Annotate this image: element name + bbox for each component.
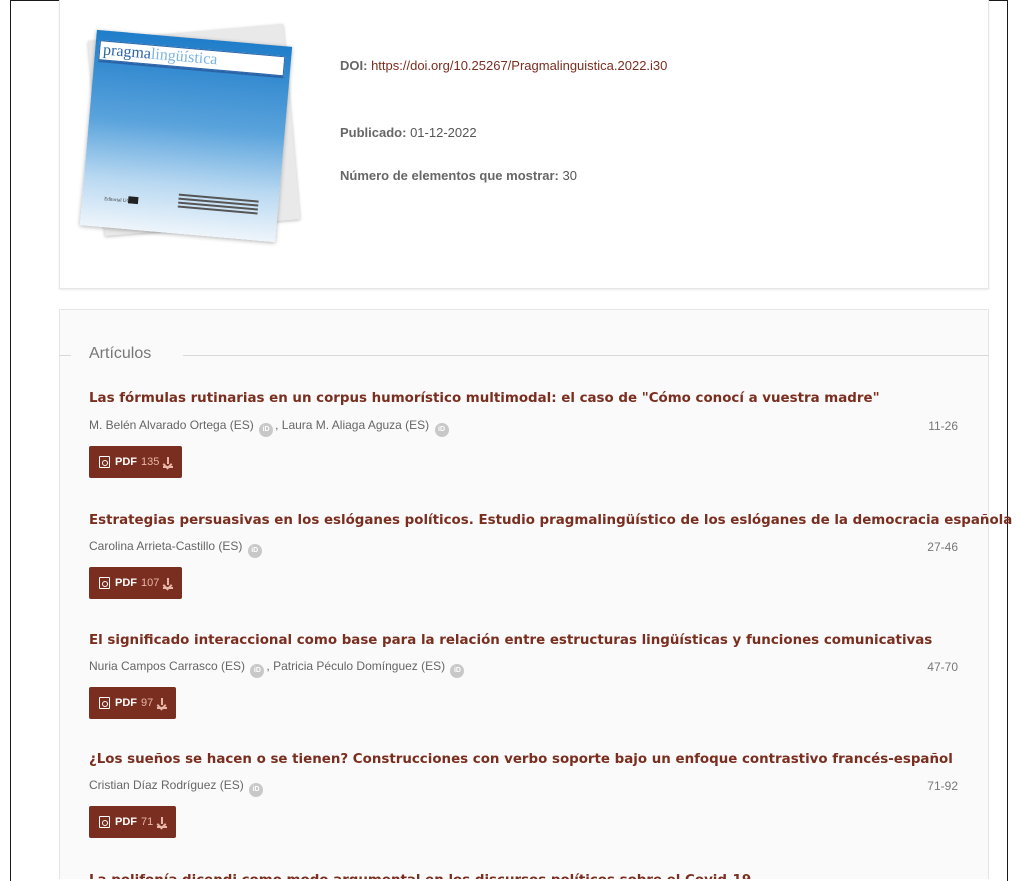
orcid-icon[interactable]: iD [247, 544, 262, 558]
author-name: M. Belén Alvarado Ortega (ES) [89, 418, 254, 432]
published-label: Publicado: [340, 125, 407, 140]
article-authors: Cristian Díaz Rodríguez (ES) iD [89, 778, 265, 797]
articles-heading: Artículos [89, 345, 152, 363]
issue-item-count: Número de elementos que mostrar: 30 [340, 168, 577, 183]
article-pages: 27-46 [927, 540, 958, 554]
download-icon [163, 577, 174, 589]
frame-left-border [10, 0, 11, 881]
author-name: Patricia Péculo Domínguez (ES) [273, 659, 446, 673]
pdf-file-icon [99, 697, 110, 709]
author-name: Laura M. Aliaga Aguza (ES) [281, 418, 430, 432]
published-date: 01-12-2022 [410, 125, 477, 140]
issue-cover-link[interactable]: pragmalingüística Editorial UCA [79, 23, 306, 243]
issue-doi: DOI: https://doi.org/10.25267/Pragmaling… [340, 58, 667, 73]
orcid-icon[interactable]: iD [250, 664, 265, 678]
pdf-download-button[interactable]: PDF 107 [89, 567, 183, 599]
pdf-label: PDF [115, 577, 137, 589]
author-name: Carolina Arrieta-Castillo (ES) [89, 539, 243, 553]
section-divider-left [59, 355, 71, 356]
article-pages: 71-92 [927, 779, 958, 793]
item-count-value: 30 [562, 168, 577, 183]
download-icon [157, 816, 168, 828]
frame-right-border [1007, 0, 1008, 881]
article-title-link[interactable]: ¿Los sueños se hacen o se tienen? Constr… [89, 752, 953, 767]
download-count: 107 [141, 577, 160, 589]
cover-publisher-logo [127, 196, 139, 205]
download-count: 135 [141, 456, 160, 468]
article-pages: 47-70 [927, 660, 958, 674]
cover-journal-title: pragmalingüística [98, 40, 286, 77]
author-name: Cristian Díaz Rodríguez (ES) [89, 778, 244, 792]
issue-published: Publicado: 01-12-2022 [340, 125, 477, 140]
pdf-label: PDF [115, 456, 137, 468]
section-divider-right [183, 355, 989, 356]
pdf-file-icon [99, 456, 110, 468]
doi-link[interactable]: https://doi.org/10.25267/Pragmalinguisti… [371, 58, 667, 73]
pdf-label: PDF [115, 816, 137, 828]
download-count: 71 [141, 816, 154, 828]
pdf-label: PDF [115, 697, 137, 709]
orcid-icon[interactable]: iD [450, 664, 465, 678]
article-authors: M. Belén Alvarado Ortega (ES) iD, Laura … [89, 418, 451, 437]
download-count: 97 [141, 697, 154, 709]
orcid-icon[interactable]: iD [434, 423, 449, 437]
article-authors: Carolina Arrieta-Castillo (ES) iD [89, 539, 264, 558]
orcid-icon[interactable]: iD [259, 423, 274, 437]
pdf-file-icon [99, 577, 110, 589]
article-title-link[interactable]: El significado interaccional como base p… [89, 633, 932, 648]
pdf-download-button[interactable]: PDF 135 [89, 446, 183, 478]
article-pages: 11-26 [928, 419, 958, 433]
author-name: Nuria Campos Carrasco (ES) [89, 659, 246, 673]
orcid-icon[interactable]: iD [249, 783, 264, 797]
issue-cover-image: pragmalingüística Editorial UCA [79, 29, 293, 243]
article-title-link[interactable]: Estrategias persuasivas en los eslóganes… [89, 513, 1012, 528]
cover-fine-print [177, 193, 259, 217]
article-title-link[interactable]: Las fórmulas rutinarias en un corpus hum… [89, 391, 880, 406]
download-icon [163, 456, 174, 468]
download-icon [157, 697, 168, 709]
article-authors: Nuria Campos Carrasco (ES) iD, Patricia … [89, 659, 466, 678]
doi-label: DOI: [340, 58, 368, 73]
pdf-download-button[interactable]: PDF 97 [89, 687, 177, 719]
pdf-file-icon [99, 816, 110, 828]
item-count-label: Número de elementos que mostrar: [340, 168, 559, 183]
pdf-download-button[interactable]: PDF 71 [89, 806, 177, 838]
